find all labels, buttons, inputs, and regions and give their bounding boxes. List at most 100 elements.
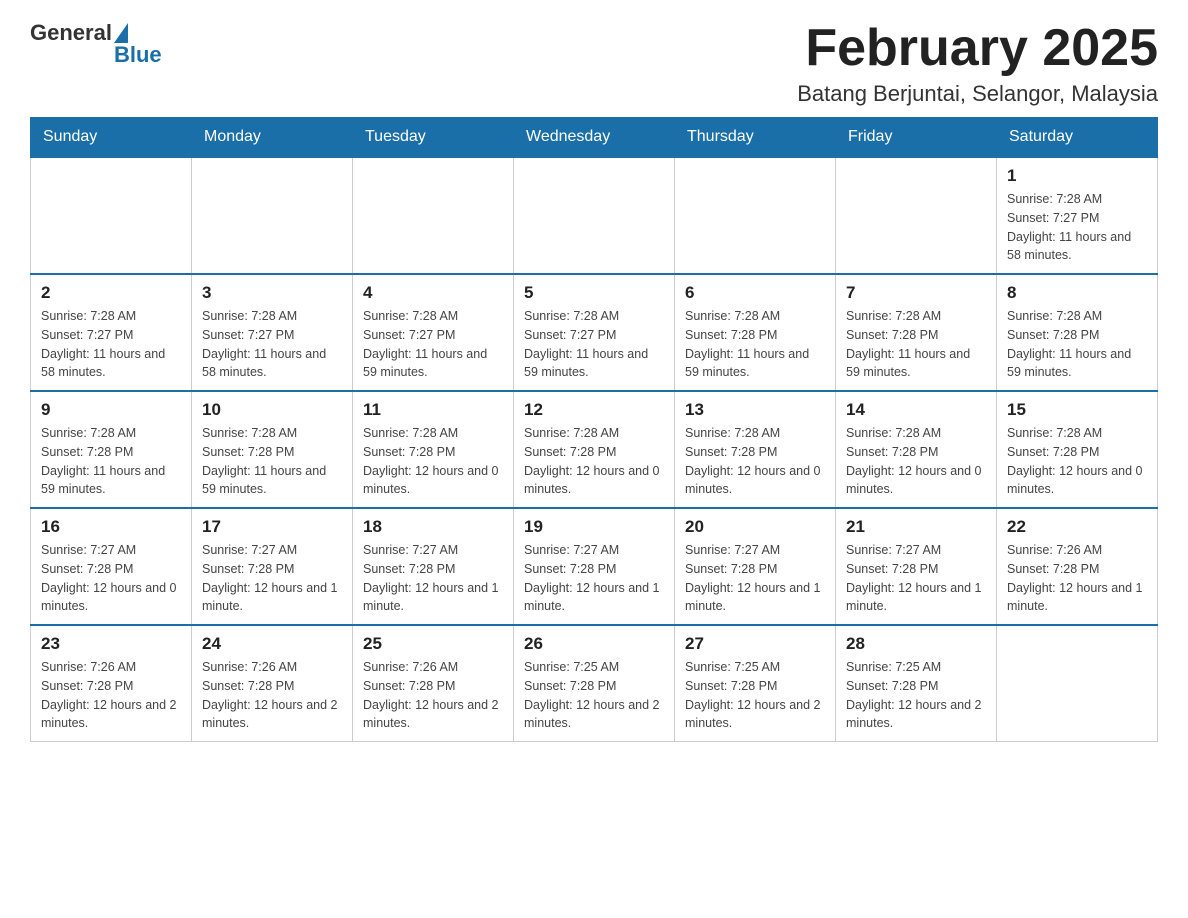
calendar-day-cell: 2 Sunrise: 7:28 AMSunset: 7:27 PMDaylight…	[31, 274, 192, 391]
calendar-header-row: SundayMondayTuesdayWednesdayThursdayFrid…	[31, 118, 1158, 158]
month-title: February 2025	[797, 20, 1158, 77]
day-number: 9	[41, 400, 181, 420]
calendar-day-cell: 5 Sunrise: 7:28 AMSunset: 7:27 PMDaylight…	[514, 274, 675, 391]
day-info: Sunrise: 7:28 AMSunset: 7:28 PMDaylight:…	[1007, 307, 1147, 382]
calendar-day-cell: 14 Sunrise: 7:28 AMSunset: 7:28 PMDayligh…	[836, 391, 997, 508]
day-info: Sunrise: 7:27 AMSunset: 7:28 PMDaylight:…	[202, 541, 342, 616]
location-title: Batang Berjuntai, Selangor, Malaysia	[797, 81, 1158, 107]
calendar-day-cell: 27 Sunrise: 7:25 AMSunset: 7:28 PMDayligh…	[675, 625, 836, 742]
day-number: 1	[1007, 166, 1147, 186]
day-info: Sunrise: 7:26 AMSunset: 7:28 PMDaylight:…	[1007, 541, 1147, 616]
logo: General General Blue	[30, 20, 162, 68]
day-info: Sunrise: 7:28 AMSunset: 7:27 PMDaylight:…	[41, 307, 181, 382]
calendar-day-cell: 9 Sunrise: 7:28 AMSunset: 7:28 PMDaylight…	[31, 391, 192, 508]
day-info: Sunrise: 7:26 AMSunset: 7:28 PMDaylight:…	[363, 658, 503, 733]
day-number: 22	[1007, 517, 1147, 537]
calendar-week-row: 9 Sunrise: 7:28 AMSunset: 7:28 PMDaylight…	[31, 391, 1158, 508]
day-number: 20	[685, 517, 825, 537]
day-number: 17	[202, 517, 342, 537]
day-info: Sunrise: 7:28 AMSunset: 7:28 PMDaylight:…	[202, 424, 342, 499]
day-number: 27	[685, 634, 825, 654]
calendar-day-cell: 15 Sunrise: 7:28 AMSunset: 7:28 PMDayligh…	[997, 391, 1158, 508]
day-number: 23	[41, 634, 181, 654]
day-info: Sunrise: 7:26 AMSunset: 7:28 PMDaylight:…	[41, 658, 181, 733]
calendar-header-friday: Friday	[836, 118, 997, 158]
calendar-header-saturday: Saturday	[997, 118, 1158, 158]
calendar-day-cell: 7 Sunrise: 7:28 AMSunset: 7:28 PMDaylight…	[836, 274, 997, 391]
calendar-day-cell: 22 Sunrise: 7:26 AMSunset: 7:28 PMDayligh…	[997, 508, 1158, 625]
calendar-header-monday: Monday	[192, 118, 353, 158]
calendar-week-row: 23 Sunrise: 7:26 AMSunset: 7:28 PMDayligh…	[31, 625, 1158, 742]
day-number: 11	[363, 400, 503, 420]
day-info: Sunrise: 7:28 AMSunset: 7:28 PMDaylight:…	[524, 424, 664, 499]
calendar-day-cell: 13Sunrise: 7:28 AMSunset: 7:28 PMDayligh…	[675, 391, 836, 508]
day-number: 2	[41, 283, 181, 303]
calendar-day-cell: 1Sunrise: 7:28 AMSunset: 7:27 PMDaylight…	[997, 157, 1158, 274]
day-number: 14	[846, 400, 986, 420]
calendar-header-wednesday: Wednesday	[514, 118, 675, 158]
calendar-day-cell: 21 Sunrise: 7:27 AMSunset: 7:28 PMDayligh…	[836, 508, 997, 625]
calendar-day-cell: 3 Sunrise: 7:28 AMSunset: 7:27 PMDaylight…	[192, 274, 353, 391]
calendar-day-cell: 19 Sunrise: 7:27 AMSunset: 7:28 PMDayligh…	[514, 508, 675, 625]
title-section: February 2025 Batang Berjuntai, Selangor…	[797, 20, 1158, 107]
calendar-day-cell: 25 Sunrise: 7:26 AMSunset: 7:28 PMDayligh…	[353, 625, 514, 742]
day-info: Sunrise: 7:26 AMSunset: 7:28 PMDaylight:…	[202, 658, 342, 733]
day-info: Sunrise: 7:27 AMSunset: 7:28 PMDaylight:…	[846, 541, 986, 616]
calendar-week-row: 16 Sunrise: 7:27 AMSunset: 7:28 PMDayligh…	[31, 508, 1158, 625]
calendar-day-cell: 28Sunrise: 7:25 AMSunset: 7:28 PMDayligh…	[836, 625, 997, 742]
day-info: Sunrise: 7:25 AMSunset: 7:28 PMDaylight:…	[685, 658, 825, 733]
day-info: Sunrise: 7:28 AMSunset: 7:27 PMDaylight:…	[202, 307, 342, 382]
calendar-day-cell: 8 Sunrise: 7:28 AMSunset: 7:28 PMDaylight…	[997, 274, 1158, 391]
day-number: 5	[524, 283, 664, 303]
day-number: 4	[363, 283, 503, 303]
calendar-week-row: 1Sunrise: 7:28 AMSunset: 7:27 PMDaylight…	[31, 157, 1158, 274]
day-number: 26	[524, 634, 664, 654]
calendar-day-cell	[192, 157, 353, 274]
day-number: 21	[846, 517, 986, 537]
day-info: Sunrise: 7:28 AMSunset: 7:28 PMDaylight:…	[1007, 424, 1147, 499]
day-info: Sunrise: 7:28 AMSunset: 7:28 PMDaylight:…	[846, 307, 986, 382]
day-number: 12	[524, 400, 664, 420]
day-info: Sunrise: 7:28 AMSunset: 7:27 PMDaylight:…	[524, 307, 664, 382]
day-number: 3	[202, 283, 342, 303]
calendar-day-cell: 20 Sunrise: 7:27 AMSunset: 7:28 PMDayligh…	[675, 508, 836, 625]
calendar-header-tuesday: Tuesday	[353, 118, 514, 158]
day-number: 25	[363, 634, 503, 654]
calendar-day-cell	[353, 157, 514, 274]
day-info: Sunrise: 7:27 AMSunset: 7:28 PMDaylight:…	[685, 541, 825, 616]
day-number: 7	[846, 283, 986, 303]
day-number: 16	[41, 517, 181, 537]
calendar-day-cell: 17 Sunrise: 7:27 AMSunset: 7:28 PMDayligh…	[192, 508, 353, 625]
page-header: General General Blue February 2025 Batan…	[30, 20, 1158, 107]
day-info: Sunrise: 7:28 AMSunset: 7:28 PMDaylight:…	[363, 424, 503, 499]
calendar-day-cell: 26 Sunrise: 7:25 AMSunset: 7:28 PMDayligh…	[514, 625, 675, 742]
day-number: 6	[685, 283, 825, 303]
calendar-day-cell	[675, 157, 836, 274]
day-info: Sunrise: 7:27 AMSunset: 7:28 PMDaylight:…	[524, 541, 664, 616]
calendar-day-cell	[514, 157, 675, 274]
day-info: Sunrise: 7:25 AMSunset: 7:28 PMDaylight:…	[524, 658, 664, 733]
calendar-week-row: 2 Sunrise: 7:28 AMSunset: 7:27 PMDaylight…	[31, 274, 1158, 391]
day-number: 13	[685, 400, 825, 420]
calendar-day-cell: 11 Sunrise: 7:28 AMSunset: 7:28 PMDayligh…	[353, 391, 514, 508]
day-number: 10	[202, 400, 342, 420]
day-number: 24	[202, 634, 342, 654]
day-info: Sunrise: 7:27 AMSunset: 7:28 PMDaylight:…	[41, 541, 181, 616]
day-info: Sunrise: 7:27 AMSunset: 7:28 PMDaylight:…	[363, 541, 503, 616]
calendar-day-cell	[836, 157, 997, 274]
day-info: Sunrise: 7:28 AMSunset: 7:28 PMDaylight:…	[846, 424, 986, 499]
calendar-header-sunday: Sunday	[31, 118, 192, 158]
day-number: 19	[524, 517, 664, 537]
calendar-day-cell: 12 Sunrise: 7:28 AMSunset: 7:28 PMDayligh…	[514, 391, 675, 508]
calendar-day-cell: 10 Sunrise: 7:28 AMSunset: 7:28 PMDayligh…	[192, 391, 353, 508]
calendar-day-cell: 24 Sunrise: 7:26 AMSunset: 7:28 PMDayligh…	[192, 625, 353, 742]
calendar-day-cell: 4Sunrise: 7:28 AMSunset: 7:27 PMDaylight…	[353, 274, 514, 391]
calendar-day-cell: 23 Sunrise: 7:26 AMSunset: 7:28 PMDayligh…	[31, 625, 192, 742]
day-number: 15	[1007, 400, 1147, 420]
calendar-day-cell	[997, 625, 1158, 742]
day-number: 8	[1007, 283, 1147, 303]
calendar-day-cell	[31, 157, 192, 274]
calendar-table: SundayMondayTuesdayWednesdayThursdayFrid…	[30, 117, 1158, 742]
day-info: Sunrise: 7:28 AMSunset: 7:28 PMDaylight:…	[41, 424, 181, 499]
calendar-day-cell: 18Sunrise: 7:27 AMSunset: 7:28 PMDayligh…	[353, 508, 514, 625]
